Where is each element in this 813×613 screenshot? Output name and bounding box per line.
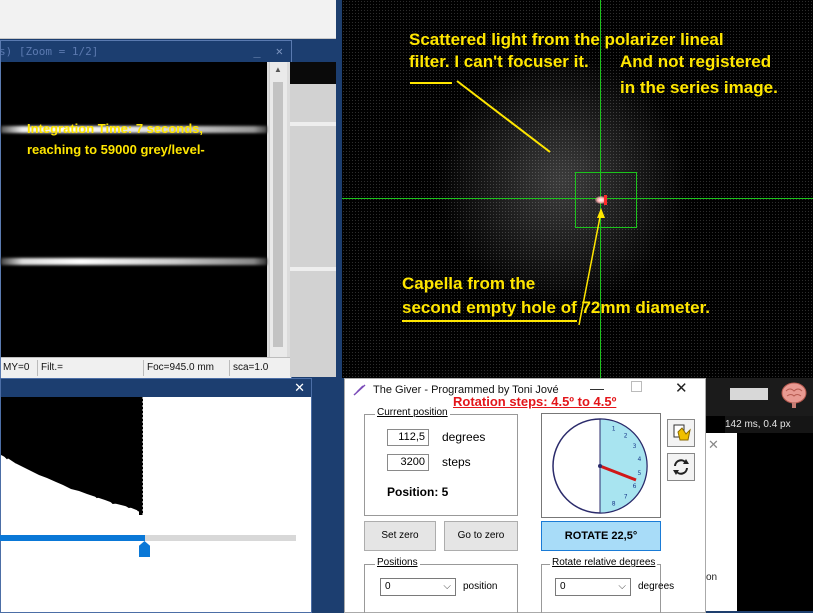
histogram-titlebar[interactable]: ✕	[1, 379, 311, 397]
integration-annotation-line1: Integration Time: 7 seconds,	[27, 121, 204, 136]
positions-select[interactable]: 0 ⌵	[380, 578, 456, 596]
vertical-scrollbar[interactable]: ▲ ▼	[269, 62, 287, 382]
close-icon[interactable]: ✕	[708, 437, 719, 453]
rotate-relative-select[interactable]: 0 ⌵	[555, 578, 631, 596]
steps-field[interactable]: 3200	[387, 454, 429, 471]
right-white-panel	[704, 433, 737, 611]
scroll-up-arrow-icon[interactable]: ▲	[274, 65, 282, 74]
dial-label: 4	[637, 456, 641, 463]
dial-label: 8	[612, 501, 616, 508]
scatter-annotation-line4: in the series image.	[620, 78, 778, 97]
image-window-titlebar[interactable]: s) [Zoom = 1/2] _ ✕	[0, 41, 291, 62]
partial-label: on	[706, 572, 718, 583]
position-readout: Position: 5	[387, 485, 449, 499]
capella-annotation-line2: second empty hole of 72mm diameter.	[402, 298, 710, 317]
right-toolbar-field[interactable]	[730, 388, 768, 400]
dial-label: 7	[624, 494, 628, 501]
status-filter: Filt.=	[41, 362, 63, 373]
go-to-zero-button[interactable]: Go to zero	[444, 521, 518, 551]
histogram-window: ✕	[0, 378, 312, 613]
chevron-down-icon: ⌵	[443, 581, 451, 592]
run-icon[interactable]	[667, 419, 695, 447]
dial-label: 2	[624, 432, 628, 439]
status-focal: Foc=945.0 mm	[147, 362, 214, 373]
positions-label: Positions	[375, 557, 420, 568]
rotate-relative-label: Rotate relative degrees	[550, 557, 658, 568]
integration-annotation: Integration Time: 7 seconds, reaching to…	[27, 118, 277, 160]
scatter-annotation-line2: filter. I can't focuser it.	[409, 52, 589, 71]
rotate-button[interactable]: ROTATE 22,5°	[541, 521, 661, 551]
close-icon[interactable]: ✕	[294, 380, 305, 396]
current-position-label: Current position	[375, 407, 450, 418]
status-my: MY=0	[3, 362, 30, 373]
dial-label: 6	[633, 483, 637, 490]
scatter-annotation-line3: And not registered	[620, 52, 772, 71]
histogram-slider-fill	[0, 535, 145, 541]
capella-annotation-line1: Capella from the	[402, 274, 536, 293]
telescope-image-view[interactable]: Scattered light from the polarizer linea…	[342, 0, 813, 378]
positions-select-value: 0	[385, 581, 391, 592]
set-zero-button[interactable]: Set zero	[364, 521, 436, 551]
image-window-buttons[interactable]: _ ✕	[253, 41, 287, 62]
close-button[interactable]: ✕	[675, 379, 688, 397]
rotation-steps-label: Rotation steps: 4.5º to 4.5º	[453, 394, 617, 409]
maximize-button[interactable]	[631, 381, 642, 392]
degrees-label: degrees	[442, 430, 486, 444]
capella-underline	[402, 320, 577, 322]
giver-dialog: The Giver - Programmed by Toni Jové — ✕ …	[344, 378, 706, 613]
position-unit-label: position	[463, 581, 498, 592]
image-statusbar: MY=0 Filt.= Foc=945.0 mm sca=1.0	[1, 357, 291, 379]
dial-label: 1	[612, 425, 616, 432]
image-window-title: s) [Zoom = 1/2]	[0, 45, 99, 58]
background-window-header	[290, 62, 336, 84]
steps-label: steps	[442, 455, 471, 469]
rotation-dial: 1 234 567 8	[541, 413, 661, 518]
top-window-strip	[0, 0, 336, 39]
rotate-relative-unit: degrees	[638, 581, 675, 592]
brain-icon[interactable]	[781, 381, 807, 409]
rotate-relative-value: 0	[560, 581, 566, 592]
dial-label: 5	[637, 470, 641, 477]
integration-annotation-line2: reaching to 59000 grey/level-	[27, 142, 205, 157]
degrees-field[interactable]: 112,5	[387, 429, 429, 446]
status-scale: sca=1.0	[233, 362, 269, 373]
spectrum-image[interactable]	[1, 62, 267, 384]
feather-icon	[353, 384, 366, 396]
spectrum-trace-lower	[1, 258, 267, 265]
image-window: s) [Zoom = 1/2] _ ✕ ▲ ▼ MY=0 Filt.= Foc=…	[0, 40, 292, 384]
chevron-down-icon: ⌵	[618, 581, 626, 592]
background-image-window	[290, 62, 336, 377]
dial-label: 3	[633, 443, 637, 450]
histogram-plot	[1, 397, 309, 592]
timing-status: 142 ms, 0.4 px	[725, 416, 813, 433]
refresh-icon[interactable]	[667, 453, 695, 481]
